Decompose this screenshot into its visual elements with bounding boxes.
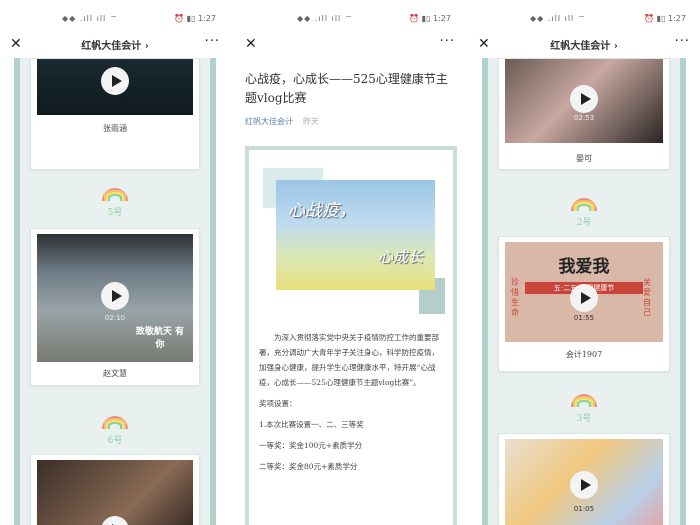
play-icon[interactable] (101, 516, 129, 525)
more-icon[interactable]: ··· (440, 34, 455, 49)
video-duration: 01:55 (573, 314, 595, 322)
video-overlay-text: 致敬航天 有你 (135, 327, 185, 350)
status-bar: ◆◆ .ıll ıll ⌔ ⏰ ▮▯ 1:27 (235, 0, 465, 40)
article-feed: 02:18 张雨涵 5号 02:10 致敬航天 有你 赵文慧 6号 (14, 58, 216, 525)
article-title: 心战疫，心成长——525心理健康节主题vlog比赛 (245, 72, 448, 105)
video-duration: 02:10 (104, 314, 126, 322)
rainbow-icon (102, 188, 128, 201)
section-number: 2号 (576, 218, 592, 228)
paragraph: 为深入贯彻落实党中央关于疫情防控工作的重要部署，充分调动广大青年学子关注身心，科… (259, 333, 439, 387)
paragraph: 二等奖：奖金80元+素质学分 (259, 462, 358, 471)
play-icon[interactable] (570, 85, 598, 113)
paragraph: 1.本次比赛设置一、二、三等奖 (259, 420, 364, 429)
video-caption: 赵文慧 (103, 369, 127, 378)
status-bar: ◆◆ .ıll ıll ⌔ ⏰ ▮▯ 1:27 (0, 0, 230, 40)
article-content: 心战疫， 心成长 为深入贯彻落实党中央关于疫情防控工作的重要部署，充分调动广大青… (245, 146, 457, 525)
section-number: 5号 (107, 208, 123, 218)
more-icon[interactable]: ··· (205, 34, 220, 49)
video-thumbnail[interactable]: 02:18 (37, 59, 193, 115)
more-icon[interactable]: ··· (675, 34, 690, 49)
video-thumbnail[interactable]: 02:10 致敬航天 有你 (37, 234, 193, 362)
battery-clock: ⏰ ▮▯ 1:27 (409, 14, 451, 23)
video-thumbnail[interactable]: 我爱我 五·二五 心理健康节 珍惜生命 关爱自己 01:55 (505, 242, 663, 342)
poster-text: 心成长 (377, 248, 423, 266)
left-phone-screen: ◆◆ .ıll ıll ⌔ ⏰ ▮▯ 1:27 ✕ 红帆大佳会计 › ··· 0… (0, 0, 230, 525)
nav-bar: ✕ ··· (235, 34, 465, 54)
video-caption: 张雨涵 (103, 124, 127, 133)
signal-indicator: ◆◆ .ıll ıll ⌔ (297, 14, 354, 23)
video-thumbnail[interactable]: 02:53 (505, 59, 663, 143)
status-bar: ◆◆ .ıll ıll ⌔ ⏰ ▮▯ 1:27 (468, 0, 700, 40)
article-date: 昨天 (303, 117, 319, 126)
close-icon[interactable]: ✕ (245, 36, 257, 52)
video-caption: 会计1907 (565, 350, 603, 359)
poster-main-text: 我爱我 (558, 257, 610, 277)
video-duration: 02:18 (104, 86, 126, 94)
rainbow-icon (102, 416, 128, 429)
video-duration: 01:05 (573, 505, 595, 513)
account-title[interactable]: 红帆大佳会计 › (0, 37, 230, 52)
video-card (30, 454, 200, 525)
video-card: 02:18 张雨涵 (30, 58, 200, 170)
article-source[interactable]: 红帆大佳会计 (245, 117, 293, 126)
play-icon[interactable] (570, 470, 598, 499)
rainbow-icon (571, 394, 597, 407)
paragraph: 奖项设置： (259, 399, 297, 408)
article-body: 为深入贯彻落实党中央关于疫情防控工作的重要部署，充分调动广大青年学子关注身心，科… (259, 330, 441, 480)
poster-image: 心战疫， 心成长 (276, 180, 435, 290)
signal-indicator: ◆◆ .ıll ıll ⌔ (62, 14, 119, 23)
video-caption: 晏可 (576, 154, 592, 163)
video-card: 02:53 晏可 (498, 58, 670, 170)
article-meta: 红帆大佳会计 昨天 (245, 116, 319, 127)
nav-bar: ✕ 红帆大佳会计 › ··· (0, 34, 230, 54)
right-phone-screen: ◆◆ .ıll ıll ⌔ ⏰ ▮▯ 1:27 ✕ 红帆大佳会计 › ··· 0… (468, 0, 700, 525)
poster-text: 心战疫， (288, 201, 356, 221)
video-card: 02:10 致敬航天 有你 赵文慧 (30, 228, 200, 386)
battery-clock: ⏰ ▮▯ 1:27 (644, 14, 686, 23)
poster-side-text: 珍惜生命 (511, 278, 519, 317)
video-thumbnail[interactable] (37, 460, 193, 525)
play-icon[interactable] (570, 284, 598, 312)
video-duration: 02:53 (573, 114, 595, 122)
video-card: 我爱我 五·二五 心理健康节 珍惜生命 关爱自己 01:55 会计1907 (498, 236, 670, 372)
middle-phone-screen: ◆◆ .ıll ıll ⌔ ⏰ ▮▯ 1:27 ✕ ··· 心战疫，心成长——5… (235, 0, 465, 525)
video-card: 01:05 (498, 433, 670, 525)
section-number: 6号 (107, 436, 123, 446)
account-title[interactable]: 红帆大佳会计 › (468, 37, 700, 52)
paragraph: 一等奖：奖金100元+素质学分 (259, 441, 363, 450)
signal-indicator: ◆◆ .ıll ıll ⌔ (530, 14, 587, 23)
rainbow-icon (571, 198, 597, 211)
article: 心战疫，心成长——525心理健康节主题vlog比赛 红帆大佳会计 昨天 心战疫， … (235, 58, 465, 525)
section-number: 3号 (576, 414, 592, 424)
battery-clock: ⏰ ▮▯ 1:27 (174, 14, 216, 23)
nav-bar: ✕ 红帆大佳会计 › ··· (468, 34, 700, 54)
poster-side-text: 关爱自己 (643, 278, 651, 317)
play-icon[interactable] (101, 282, 129, 310)
video-thumbnail[interactable]: 01:05 (505, 439, 663, 525)
article-feed: 02:53 晏可 2号 我爱我 五·二五 心理健康节 珍惜生命 关爱自己 01:… (482, 58, 686, 525)
